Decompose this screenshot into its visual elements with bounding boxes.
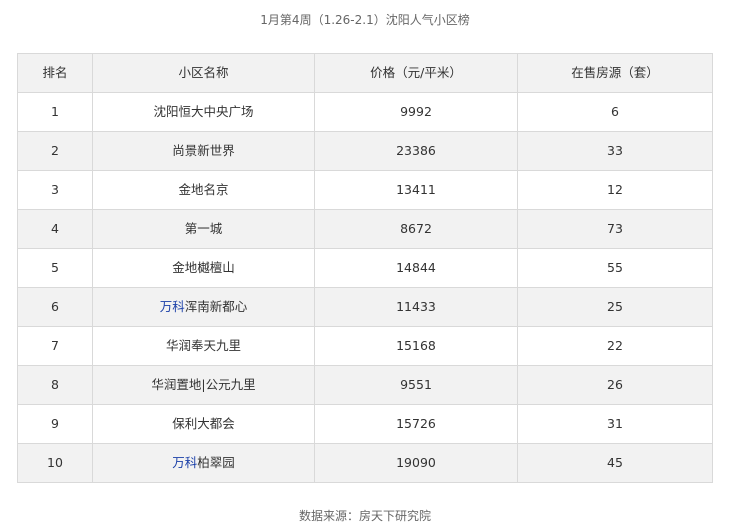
cell-rank: 6 — [17, 287, 93, 327]
cell-listings: 45 — [517, 443, 713, 483]
header-name: 小区名称 — [92, 53, 315, 93]
cell-rank: 10 — [17, 443, 93, 483]
cell-listings: 31 — [517, 404, 713, 444]
cell-rank: 1 — [17, 92, 93, 132]
community-name: 第一城 — [184, 221, 223, 236]
cell-name: 保利大都会 — [92, 404, 315, 444]
table-row: 4 第一城 8672 73 — [17, 209, 713, 249]
header-listings: 在售房源（套） — [517, 53, 713, 93]
community-name: 柏翠园 — [197, 455, 235, 470]
cell-price: 15726 — [314, 404, 518, 444]
community-name: 金地樾檀山 — [172, 260, 235, 275]
cell-name: 尚景新世界 — [92, 131, 315, 171]
cell-price: 9992 — [314, 92, 518, 132]
cell-price: 19090 — [314, 443, 518, 483]
table-row: 8 华润置地|公元九里 9551 26 — [17, 365, 713, 405]
cell-rank: 8 — [17, 365, 93, 405]
cell-listings: 6 — [517, 92, 713, 132]
community-name: 金地名京 — [178, 182, 229, 197]
table-header-row: 排名 小区名称 价格（元/平米） 在售房源（套） — [17, 53, 713, 93]
cell-name: 华润置地|公元九里 — [92, 365, 315, 405]
brand-link[interactable]: 万科 — [160, 299, 185, 314]
cell-rank: 7 — [17, 326, 93, 366]
page-title: 1月第4周（1.26-2.1）沈阳人气小区榜 — [260, 13, 470, 27]
header-rank: 排名 — [17, 53, 93, 93]
community-name: 华润置地|公元九里 — [151, 377, 256, 392]
brand-link[interactable]: 万科 — [172, 455, 197, 470]
cell-price: 15168 — [314, 326, 518, 366]
cell-rank: 9 — [17, 404, 93, 444]
community-name: 浑南新都心 — [184, 299, 248, 314]
table-row: 9 保利大都会 15726 31 — [17, 404, 713, 444]
table-row: 10 万科柏翠园 19090 45 — [17, 443, 713, 483]
cell-rank: 4 — [17, 209, 93, 249]
cell-listings: 73 — [517, 209, 713, 249]
data-source-note: 数据来源：房天下研究院 — [298, 509, 431, 523]
cell-listings: 33 — [517, 131, 713, 171]
cell-price: 11433 — [314, 287, 518, 327]
cell-name: 第一城 — [92, 209, 315, 249]
cell-listings: 12 — [517, 170, 713, 210]
cell-name: 金地名京 — [92, 170, 315, 210]
ranking-table: 排名 小区名称 价格（元/平米） 在售房源（套） 1 沈阳恒大中央广场 9992… — [17, 53, 713, 483]
cell-listings: 25 — [517, 287, 713, 327]
cell-price: 23386 — [314, 131, 518, 171]
table-row: 6 万科浑南新都心 11433 25 — [17, 287, 713, 327]
cell-listings: 26 — [517, 365, 713, 405]
table-row: 7 华润奉天九里 15168 22 — [17, 326, 713, 366]
cell-name: 华润奉天九里 — [92, 326, 315, 366]
cell-rank: 2 — [17, 131, 93, 171]
cell-price: 8672 — [314, 209, 518, 249]
cell-name: 万科柏翠园 — [92, 443, 315, 483]
table-row: 1 沈阳恒大中央广场 9992 6 — [17, 92, 713, 132]
cell-price: 13411 — [314, 170, 518, 210]
cell-name: 金地樾檀山 — [92, 248, 315, 288]
cell-name: 万科浑南新都心 — [92, 287, 315, 327]
cell-name: 沈阳恒大中央广场 — [92, 92, 315, 132]
cell-listings: 22 — [517, 326, 713, 366]
community-name: 尚景新世界 — [172, 143, 235, 158]
cell-rank: 3 — [17, 170, 93, 210]
community-name: 沈阳恒大中央广场 — [153, 104, 254, 119]
community-name: 保利大都会 — [172, 416, 235, 431]
cell-listings: 55 — [517, 248, 713, 288]
table-row: 3 金地名京 13411 12 — [17, 170, 713, 210]
cell-price: 9551 — [314, 365, 518, 405]
table-row: 2 尚景新世界 23386 33 — [17, 131, 713, 171]
header-price: 价格（元/平米） — [314, 53, 518, 93]
cell-price: 14844 — [314, 248, 518, 288]
table-row: 5 金地樾檀山 14844 55 — [17, 248, 713, 288]
community-name: 华润奉天九里 — [165, 338, 241, 353]
cell-rank: 5 — [17, 248, 93, 288]
